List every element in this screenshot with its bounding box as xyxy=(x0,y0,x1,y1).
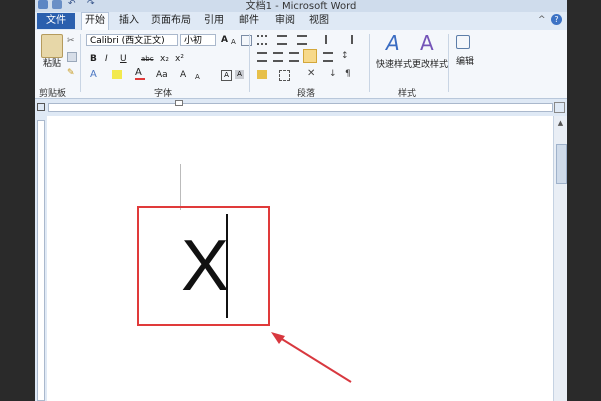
tab-mailings[interactable]: 邮件 xyxy=(236,13,262,29)
borders-icon[interactable] xyxy=(279,70,290,81)
tab-insert[interactable]: 插入 xyxy=(116,13,142,29)
group-divider xyxy=(249,34,250,92)
numbering-icon[interactable] xyxy=(277,35,287,45)
tab-home[interactable]: 开始 xyxy=(81,12,109,31)
subscript-button[interactable]: x₂ xyxy=(160,53,169,65)
bullets-icon[interactable] xyxy=(257,35,267,45)
paste-icon[interactable] xyxy=(41,34,63,58)
title-bar: ↶ ↷ 文档1 - Microsoft Word xyxy=(35,0,567,12)
superscript-button[interactable]: x² xyxy=(175,53,184,65)
font-group-label: 字体 xyxy=(154,89,173,99)
chinese-layout-icon[interactable]: ✕ xyxy=(307,69,317,79)
italic-button[interactable]: I xyxy=(105,53,108,65)
cut-icon[interactable]: ✂ xyxy=(67,36,77,46)
arrow-shaft xyxy=(276,335,352,383)
show-marks-icon[interactable]: ¶ xyxy=(345,69,355,79)
clipboard-group-label: 剪贴板 xyxy=(39,89,67,99)
editing-button[interactable]: 编辑 xyxy=(456,56,474,68)
tab-view[interactable]: 视图 xyxy=(306,13,332,29)
grow-font-button-2[interactable]: A xyxy=(180,69,186,81)
align-right-icon[interactable] xyxy=(289,52,299,62)
ruler-bar[interactable] xyxy=(48,103,553,112)
find-icon[interactable] xyxy=(456,35,470,49)
arrow-head xyxy=(271,332,285,344)
tab-selector-icon[interactable] xyxy=(37,103,45,111)
clear-format-icon[interactable] xyxy=(241,35,252,46)
styles-group-label: 样式 xyxy=(398,89,417,99)
tab-references[interactable]: 引用 xyxy=(201,13,227,29)
scroll-up-icon[interactable]: ▲ xyxy=(556,119,565,128)
strikethrough-button[interactable]: abc xyxy=(141,53,154,65)
view-ruler-icon[interactable] xyxy=(554,102,565,113)
grow-font-button[interactable]: A xyxy=(221,34,228,46)
tab-review[interactable]: 审阅 xyxy=(272,13,298,29)
text-cursor xyxy=(226,214,228,318)
copy-icon[interactable] xyxy=(67,52,77,62)
horizontal-ruler xyxy=(35,99,567,116)
collapse-ribbon-icon[interactable]: ^ xyxy=(538,15,548,25)
font-color-icon[interactable]: A xyxy=(135,68,145,80)
justify-icon[interactable] xyxy=(303,49,317,63)
tab-page-layout[interactable]: 页面布局 xyxy=(149,13,193,29)
change-case-button[interactable]: Aa xyxy=(156,69,168,81)
group-divider xyxy=(448,34,449,92)
vertical-ruler-bar[interactable] xyxy=(37,120,45,401)
change-styles-icon[interactable]: A xyxy=(420,32,442,54)
align-left-icon[interactable] xyxy=(257,52,267,62)
multilevel-list-icon[interactable] xyxy=(297,35,307,45)
shading-icon[interactable] xyxy=(257,70,267,79)
sort-icon[interactable]: ↓ xyxy=(329,69,339,79)
text-effects-icon[interactable]: A xyxy=(90,70,100,80)
ribbon-tabs: 文件 开始 插入 页面布局 引用 邮件 审阅 视图 ^ ? xyxy=(35,12,567,31)
quick-styles-button[interactable]: 快速样式 xyxy=(376,59,412,71)
highlight-box: X xyxy=(137,206,270,326)
format-painter-icon[interactable]: ✎ xyxy=(67,68,77,78)
group-divider xyxy=(80,34,81,92)
vertical-scrollbar[interactable]: ▲ xyxy=(553,116,567,401)
font-name-select[interactable]: Calibri (西文正文) xyxy=(86,34,178,46)
annotation-arrow xyxy=(271,332,352,383)
tab-file[interactable]: 文件 xyxy=(37,13,75,29)
quick-styles-icon[interactable]: A xyxy=(386,32,408,54)
group-divider xyxy=(369,34,370,92)
scroll-thumb[interactable] xyxy=(556,144,567,184)
shrink-font-button-2[interactable]: A xyxy=(195,71,200,83)
document-text[interactable]: X xyxy=(181,222,229,310)
paste-button[interactable]: 粘贴 xyxy=(43,58,61,70)
help-icon[interactable]: ? xyxy=(551,14,562,25)
shrink-font-button[interactable]: A xyxy=(231,36,236,48)
char-border-icon[interactable]: A xyxy=(221,70,232,81)
ribbon: 粘贴 ✂ ✎ 剪贴板 Calibri (西文正文) 小初 A A B I U a… xyxy=(35,30,567,99)
underline-button[interactable]: U xyxy=(120,53,127,65)
increase-indent-icon[interactable] xyxy=(341,35,353,44)
paragraph-group-label: 段落 xyxy=(297,89,316,99)
bold-button[interactable]: B xyxy=(90,53,97,65)
line-spacing-icon[interactable]: ↕ xyxy=(341,51,351,61)
margin-guide xyxy=(180,164,181,210)
indent-marker[interactable] xyxy=(175,100,183,106)
change-styles-button[interactable]: 更改样式 xyxy=(412,59,448,71)
word-window: ↶ ↷ 文档1 - Microsoft Word 文件 开始 插入 页面布局 引… xyxy=(35,0,567,401)
document-page[interactable]: X xyxy=(47,116,553,401)
decrease-indent-icon[interactable] xyxy=(325,35,337,44)
vertical-ruler xyxy=(35,116,47,401)
char-shading-icon[interactable]: A xyxy=(235,70,244,79)
align-center-icon[interactable] xyxy=(273,52,283,62)
highlight-color-icon[interactable] xyxy=(112,70,122,79)
window-title: 文档1 - Microsoft Word xyxy=(245,1,357,12)
font-size-select[interactable]: 小初 xyxy=(180,34,216,46)
distributed-icon[interactable] xyxy=(323,52,333,62)
